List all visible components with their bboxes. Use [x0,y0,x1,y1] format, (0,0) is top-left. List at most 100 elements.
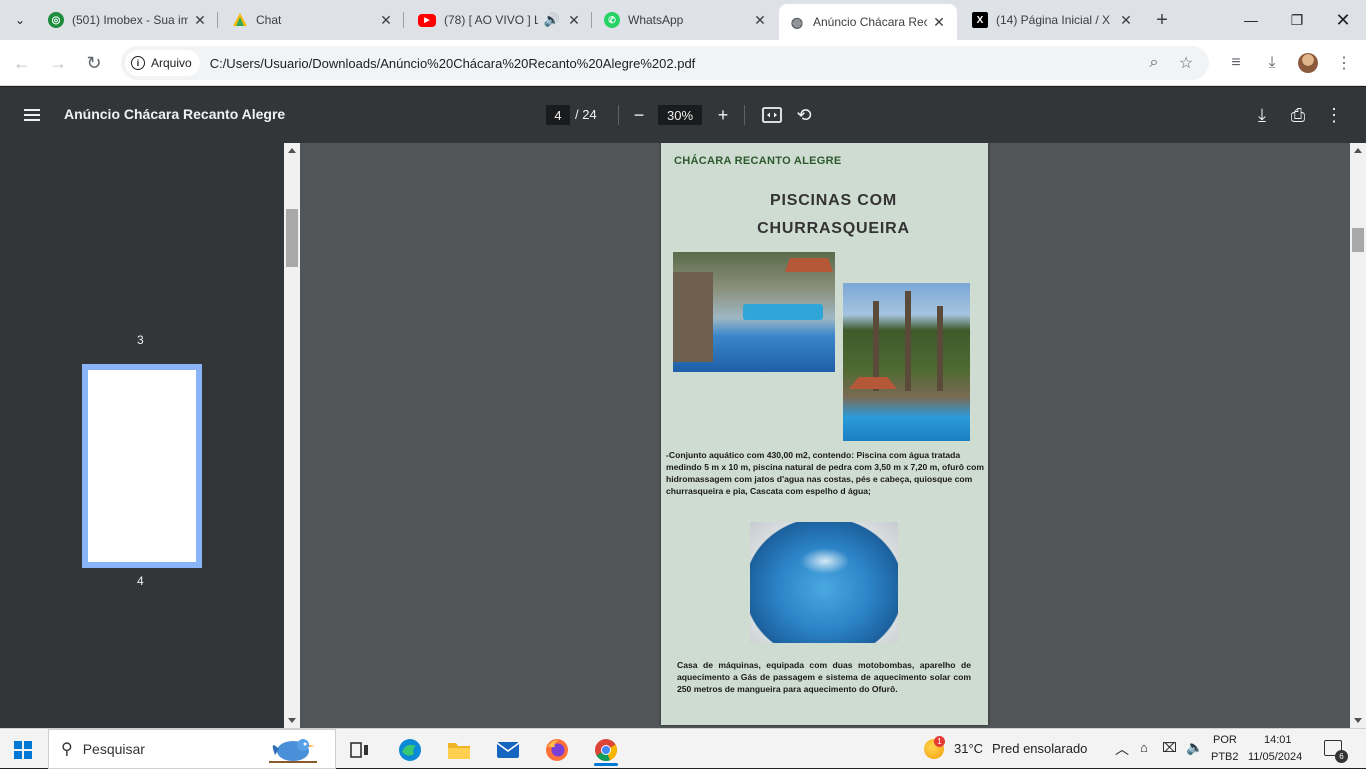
close-icon[interactable]: ✕ [566,12,582,28]
weather-temp[interactable]: 31°C [954,741,983,756]
photo-detail [905,291,911,391]
plus-icon: + [717,104,729,125]
windows-logo-icon [24,751,32,759]
scroll-down-arrow[interactable] [1354,718,1362,723]
media-control-button[interactable]: ≡ [1222,49,1250,77]
close-icon[interactable]: ✕ [378,12,394,28]
language-indicator[interactable]: POR [1213,734,1237,746]
start-button[interactable] [14,741,32,759]
folder-icon [448,743,470,759]
photo-stone-pool [673,252,835,372]
site-info-chip[interactable]: i Arquivo [125,50,200,76]
zoom-in-button[interactable]: + [711,103,735,127]
fit-to-page-button[interactable] [760,103,784,127]
tab-x[interactable]: X (14) Página Inicial / X ✕ [962,0,1144,40]
tab-imobex[interactable]: ◎ (501) Imobex - Sua imob ✕ [38,0,218,40]
tab-chat[interactable]: Chat ✕ [222,0,404,40]
scroll-up-arrow[interactable] [1354,148,1362,153]
scrollbar-thumb[interactable] [1352,228,1364,252]
task-view-button[interactable] [340,734,380,766]
clock-date[interactable]: 11/05/2024 [1248,751,1302,763]
weather-description[interactable]: Pred ensolarado [992,741,1087,756]
tab-pdf-active[interactable]: ◍ Anúncio Chácara Rec ✕ [779,4,957,40]
pdf-more-button[interactable]: ⋮ [1322,103,1346,127]
edge-button[interactable] [390,734,430,766]
volume-icon[interactable]: 🔈 [1186,739,1203,756]
chevron-up-icon[interactable]: ︿ [1115,739,1129,759]
file-explorer-button[interactable] [439,734,479,766]
network-icon[interactable]: ⌂ [1140,740,1148,755]
page-title-line: PISCINAS COM [770,192,897,209]
battery-icon[interactable]: ⌧ [1162,740,1177,756]
zoom-input[interactable]: 30% [658,105,702,125]
windows-logo-icon [14,751,22,759]
pdf-viewport: CHÁCARA RECANTO ALEGRE PISCINAS COM CHUR… [300,143,1350,728]
omnibox[interactable]: i Arquivo C:/Users/Usuario/Downloads/Anú… [121,46,1209,80]
chrome-menu-button[interactable]: ⋮ [1330,49,1358,77]
pdf-toolbar: Anúncio Chácara Recanto Alegre 4 / 24 − … [0,87,1366,143]
zoom-out-button[interactable]: − [627,103,651,127]
tab-title: Anúncio Chácara Rec [813,15,927,29]
chrome-button[interactable] [586,734,626,766]
speaker-icon[interactable]: 🔊 [542,12,562,28]
close-window-button[interactable]: ✕ [1320,0,1366,40]
chevron-down-icon: ⌄ [14,13,26,27]
page-thumbnail-current[interactable] [82,364,202,568]
tab-title: (14) Página Inicial / X [996,13,1111,27]
new-tab-button[interactable]: + [1150,8,1174,32]
avatar[interactable] [1298,53,1318,73]
forward-button[interactable]: → [44,49,72,77]
tab-youtube[interactable]: ▶ (78) [ AO VIVO ] L 🔊 ✕ [408,0,592,40]
url-text[interactable]: C:/Users/Usuario/Downloads/Anúncio%20Chá… [210,56,696,71]
arrow-right-icon: → [49,52,67,73]
search-label: Pesquisar [82,741,145,757]
mail-button[interactable] [488,734,528,766]
page-total: / 24 [575,107,597,122]
playlist-icon: ≡ [1231,54,1241,71]
pdf-title: Anúncio Chácara Recanto Alegre [64,106,286,122]
windows-logo-icon [14,741,22,749]
star-icon[interactable]: ☆ [1177,54,1195,72]
pdf-download-button[interactable]: ⤓ [1250,103,1274,127]
downloads-button[interactable]: ⤓ [1258,49,1286,77]
reload-button[interactable]: ↻ [80,49,108,77]
firefox-button[interactable] [537,734,577,766]
chat-icon [232,12,248,28]
photo-ofuro [750,522,898,643]
plus-icon: + [1156,8,1168,31]
tab-separator [403,12,404,28]
page-paragraph: -Conjunto aquático com 430,00 m2, conten… [666,450,985,496]
close-icon[interactable]: ✕ [1118,12,1134,28]
scroll-down-arrow[interactable] [288,718,296,723]
scrollbar-thumb[interactable] [286,209,298,267]
photo-detail [849,377,897,389]
windows-logo-icon [24,741,32,749]
firefox-icon [546,739,568,761]
print-button[interactable]: ⎙ [1286,103,1310,127]
page-title-line: CHURRASQUEIRA [757,220,910,237]
tab-search-button[interactable]: ⌄ [8,8,32,32]
tab-whatsapp[interactable]: ✆ WhatsApp ✕ [594,0,778,40]
back-button[interactable]: ← [8,49,36,77]
main-scrollbar[interactable] [1350,143,1366,728]
close-icon[interactable]: ✕ [192,12,208,28]
sidebar-scrollbar[interactable] [284,143,300,728]
zoom-icon[interactable]: ⌕ [1145,54,1163,72]
photo-detail [800,548,850,574]
minimize-icon: — [1244,12,1258,28]
minimize-button[interactable]: — [1228,0,1274,40]
info-icon: i [131,56,145,70]
close-icon: ✕ [1335,9,1351,30]
close-icon[interactable]: ✕ [931,14,947,30]
tab-strip: ⌄ ◎ (501) Imobex - Sua imob ✕ Chat ✕ ▶ (… [0,0,1366,40]
page-number-input[interactable]: 4 [546,105,570,125]
scroll-up-arrow[interactable] [288,148,296,153]
sidebar-toggle-button[interactable] [20,103,44,127]
restore-button[interactable]: ❐ [1274,0,1320,40]
keyboard-layout-indicator[interactable]: PTB2 [1211,751,1239,763]
rotate-button[interactable]: ⟲ [792,103,816,127]
clock-time[interactable]: 14:01 [1264,734,1292,746]
tab-separator [217,12,218,28]
close-icon[interactable]: ✕ [752,12,768,28]
thumbnail-label: 3 [137,333,144,347]
